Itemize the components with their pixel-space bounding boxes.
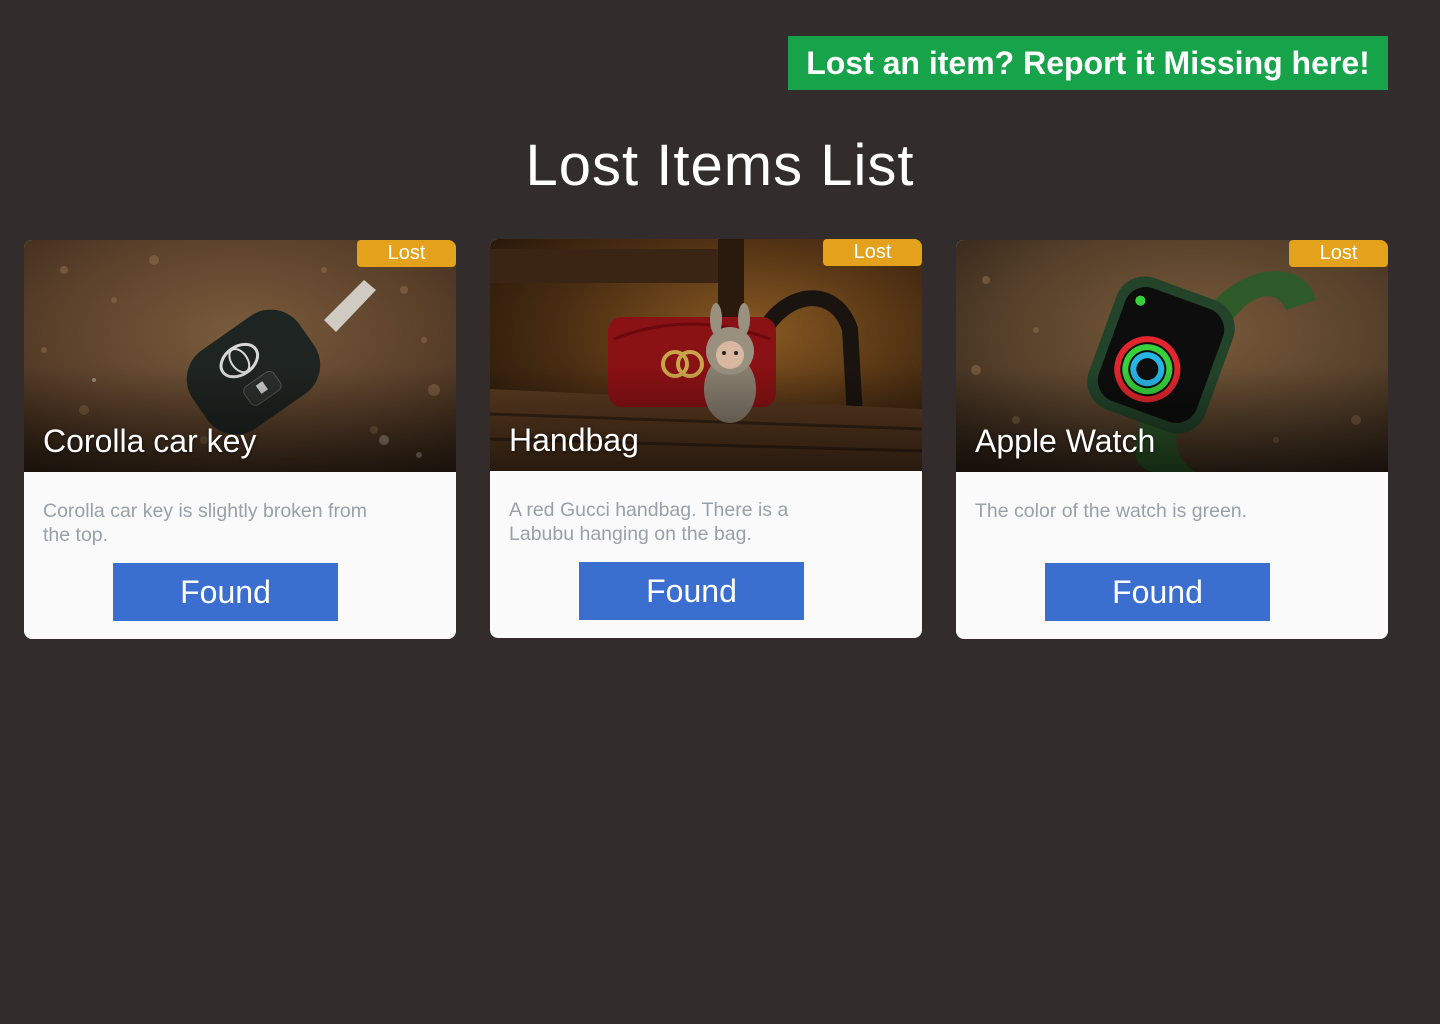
item-description: A red Gucci handbag. There is a Labubu h…	[509, 499, 789, 545]
status-badge: Lost	[357, 240, 456, 267]
item-title: Corolla car key	[43, 423, 257, 459]
watch-photo: Lost Apple Watch	[956, 240, 1388, 472]
item-description: The color of the watch is green.	[975, 500, 1248, 522]
handbag-photo: Lost Handbag	[490, 239, 922, 471]
car-key-photo: Lost Corolla car key	[24, 240, 456, 472]
item-title: Handbag	[509, 422, 639, 458]
item-card-handbag: Lost Handbag A red Gucci handbag. There …	[490, 239, 922, 638]
page-title: Lost Items List	[525, 133, 915, 198]
found-button[interactable]: Found	[113, 563, 338, 621]
item-description: Corolla car key is slightly broken from …	[43, 500, 368, 546]
found-button[interactable]: Found	[579, 562, 804, 620]
status-badge: Lost	[1289, 240, 1388, 267]
status-badge: Lost	[823, 239, 922, 266]
found-button[interactable]: Found	[1045, 563, 1270, 621]
item-card-apple-watch: Lost Apple Watch The color of the watch …	[956, 240, 1388, 639]
item-title: Apple Watch	[975, 423, 1156, 459]
report-missing-button[interactable]: Lost an item? Report it Missing here!	[788, 36, 1388, 90]
item-card-corolla-car-key: Lost Corolla car key Corolla car key is …	[24, 240, 456, 639]
